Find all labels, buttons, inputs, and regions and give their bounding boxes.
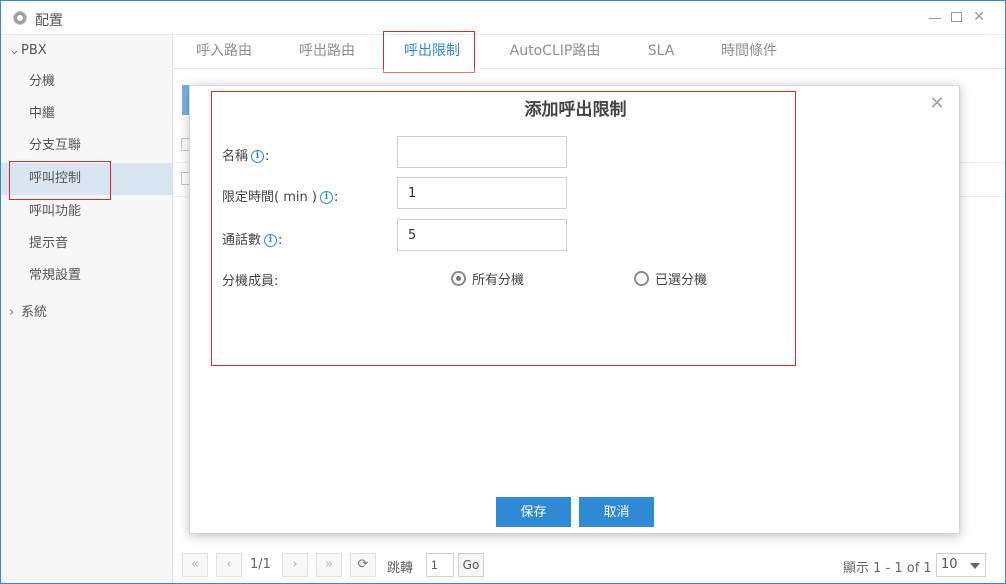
pager-summary: 顯示 1 - 1 of 1 xyxy=(843,561,932,576)
sidebar-item-label: 分機 xyxy=(29,74,56,89)
tab-outbound-restriction[interactable]: 呼出限制 xyxy=(384,35,480,69)
tab-time-condition[interactable]: 時間條件 xyxy=(709,35,789,69)
radio-all-extensions[interactable]: 所有分機 xyxy=(451,269,524,288)
tab-inbound-route[interactable]: 呼入路由 xyxy=(184,35,264,69)
call-count-input[interactable] xyxy=(397,219,567,251)
title-bar: 配置 ✕ xyxy=(1,1,1005,35)
info-icon[interactable]: i xyxy=(319,191,333,204)
radio-label: 已選分機 xyxy=(655,273,708,288)
dialog-title: 添加呼出限制 xyxy=(524,100,627,120)
name-input[interactable] xyxy=(397,136,567,168)
add-outbound-restriction-dialog: 添加呼出限制 ✕ 名稱i: 限定時間( min )i: 通話數i: 分機成員: … xyxy=(189,85,960,534)
sidebar-item-label: 常規設置 xyxy=(29,268,82,283)
radio-label: 所有分機 xyxy=(472,273,525,288)
sidebar-item-general-settings[interactable]: 常規設置 xyxy=(1,260,173,292)
tab-bar: 呼入路由 呼出路由 呼出限制 AutoCLIP路由 SLA 時間條件 xyxy=(174,35,1005,69)
first-page-icon[interactable]: « xyxy=(182,553,208,577)
sidebar-group-label: PBX xyxy=(21,43,47,58)
name-label-text: 名稱 xyxy=(222,149,249,164)
page-indicator: 1/1 xyxy=(250,557,271,572)
last-page-icon[interactable]: » xyxy=(316,553,342,577)
sidebar-item-extension[interactable]: 分機 xyxy=(1,66,173,98)
tab-outbound-route[interactable]: 呼出路由 xyxy=(287,35,367,69)
page-size-select[interactable]: 10 xyxy=(936,553,986,577)
radio-unchecked-icon xyxy=(634,271,649,286)
sidebar-item-branch-interconnect[interactable]: 分支互聯 xyxy=(1,130,173,162)
jump-page-input[interactable] xyxy=(426,553,454,577)
call-count-label-text: 通話數 xyxy=(222,233,262,248)
sidebar-item-call-features[interactable]: 呼叫功能 xyxy=(1,196,173,228)
call-count-field-label: 通話數 i: xyxy=(222,233,283,248)
close-icon[interactable]: ✕ xyxy=(971,9,987,25)
radio-checked-icon xyxy=(451,271,466,286)
sidebar-item-prompts[interactable]: 提示音 xyxy=(1,228,173,260)
sidebar-group-label: 系統 xyxy=(21,305,48,320)
sidebar-item-trunk[interactable]: 中繼 xyxy=(1,98,173,130)
go-button[interactable]: Go xyxy=(458,553,484,577)
sidebar-item-label: 中繼 xyxy=(29,106,56,121)
minimize-icon[interactable] xyxy=(927,9,943,25)
chevron-right-icon: › xyxy=(9,305,15,320)
info-icon[interactable]: i xyxy=(264,234,278,247)
sidebar-group-pbx[interactable]: ⌄PBX xyxy=(9,43,47,58)
sidebar-item-call-control[interactable]: 呼叫控制 xyxy=(1,163,173,195)
window-title: 配置 xyxy=(35,13,63,29)
name-field-label: 名稱 i: xyxy=(222,149,270,164)
gear-icon xyxy=(13,11,27,25)
radio-selected-extensions[interactable]: 已選分機 xyxy=(634,269,707,288)
limit-time-label-text: 限定時間( min ) xyxy=(222,190,317,205)
cancel-button[interactable]: 取消 xyxy=(579,497,654,527)
tab-sla[interactable]: SLA xyxy=(636,35,686,69)
config-window: 配置 ✕ ⌄PBX 分機 中繼 分支互聯 呼叫控制 呼叫功能 提示音 常規設置 … xyxy=(0,0,1006,584)
sidebar-item-label: 提示音 xyxy=(29,236,69,251)
tab-autoclip-route[interactable]: AutoCLIP路由 xyxy=(500,35,610,69)
info-icon[interactable]: i xyxy=(251,150,265,163)
limit-time-field-label: 限定時間( min ) i: xyxy=(222,190,339,205)
sidebar-item-label: 呼叫控制 xyxy=(29,171,82,186)
pagination-bar: « ‹ 1/1 › » ⟳ 跳轉 Go 顯示 1 - 1 of 1 10 xyxy=(174,547,1005,583)
close-icon[interactable]: ✕ xyxy=(929,95,945,113)
prev-page-icon[interactable]: ‹ xyxy=(216,553,242,577)
limit-time-input[interactable] xyxy=(397,177,567,209)
sidebar-group-system[interactable]: › 系統 xyxy=(9,301,47,320)
save-button[interactable]: 保存 xyxy=(496,497,571,527)
sidebar-item-label: 呼叫功能 xyxy=(29,204,82,219)
sidebar: ⌄PBX 分機 中繼 分支互聯 呼叫控制 呼叫功能 提示音 常規設置 › 系統 xyxy=(1,35,173,583)
chevron-down-icon xyxy=(970,563,980,569)
maximize-icon[interactable] xyxy=(949,9,965,25)
chevron-down-icon: ⌄ xyxy=(9,43,20,58)
members-label-text: 分機成員 xyxy=(222,274,275,289)
sidebar-item-label: 分支互聯 xyxy=(29,138,82,153)
next-page-icon[interactable]: › xyxy=(282,553,308,577)
members-field-label: 分機成員: xyxy=(222,274,279,289)
refresh-icon[interactable]: ⟳ xyxy=(350,553,376,577)
page-size-value: 10 xyxy=(941,557,958,572)
jump-label: 跳轉 xyxy=(387,561,414,576)
